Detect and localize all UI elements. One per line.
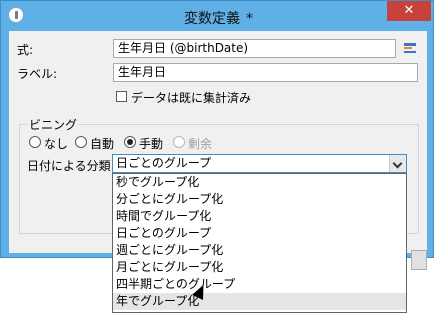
already-aggregated-label: データは既に集計済み — [131, 91, 252, 105]
radio-auto[interactable] — [75, 136, 87, 148]
radio-none-label: なし — [44, 137, 69, 151]
expression-builder-icon[interactable] — [402, 40, 418, 56]
title-bar[interactable]: 変数定義 * ✕ — [1, 1, 433, 31]
modified-marker: * — [246, 11, 253, 27]
dropdown-option[interactable]: 秒でグループ化 — [113, 174, 406, 191]
date-classification-select[interactable]: 日ごとのグループ — [112, 154, 407, 173]
radio-modulo-label: 剰余 — [188, 137, 213, 151]
date-classification-label: 日付による分類: — [27, 159, 115, 173]
binning-group-title: ビニング — [27, 116, 80, 133]
app-icon — [8, 7, 24, 23]
date-classification-dropdown: 秒でグループ化 分ごとにグループ化 時間でグループ化 日ごとのグループ 週ごとに… — [112, 173, 407, 313]
expression-field[interactable]: 生年月日 (@birthDate) — [113, 39, 396, 58]
window-title-text: 変数定義 — [184, 11, 240, 27]
radio-modulo — [173, 136, 185, 148]
dropdown-option[interactable]: 日ごとのグループ — [113, 225, 406, 242]
date-classification-value: 日ごとのグループ — [116, 156, 212, 170]
radio-manual-label: 手動 — [139, 137, 164, 151]
dropdown-option[interactable]: 月ごとにグループ化 — [113, 259, 406, 276]
dropdown-option[interactable]: 分ごとにグループ化 — [113, 191, 406, 208]
partially-hidden-button[interactable] — [411, 250, 427, 270]
dropdown-option-hovered[interactable]: 年でグループ化 — [113, 293, 406, 310]
already-aggregated-checkbox[interactable] — [116, 91, 127, 102]
label-label: ラベル: — [17, 67, 58, 81]
expression-label: 式: — [17, 43, 34, 57]
radio-auto-label: 自動 — [90, 137, 115, 151]
window-title: 変数定義 * — [141, 8, 296, 28]
dropdown-option[interactable]: 四半期ごとのグループ — [113, 276, 406, 293]
dropdown-option[interactable]: 時間でグループ化 — [113, 208, 406, 225]
dropdown-option[interactable]: 週ごとにグループ化 — [113, 242, 406, 259]
close-button[interactable]: ✕ — [387, 1, 431, 21]
radio-none[interactable] — [29, 136, 41, 148]
radio-manual[interactable] — [124, 136, 136, 148]
chevron-down-icon[interactable] — [389, 155, 406, 172]
label-field[interactable]: 生年月日 — [113, 63, 418, 82]
